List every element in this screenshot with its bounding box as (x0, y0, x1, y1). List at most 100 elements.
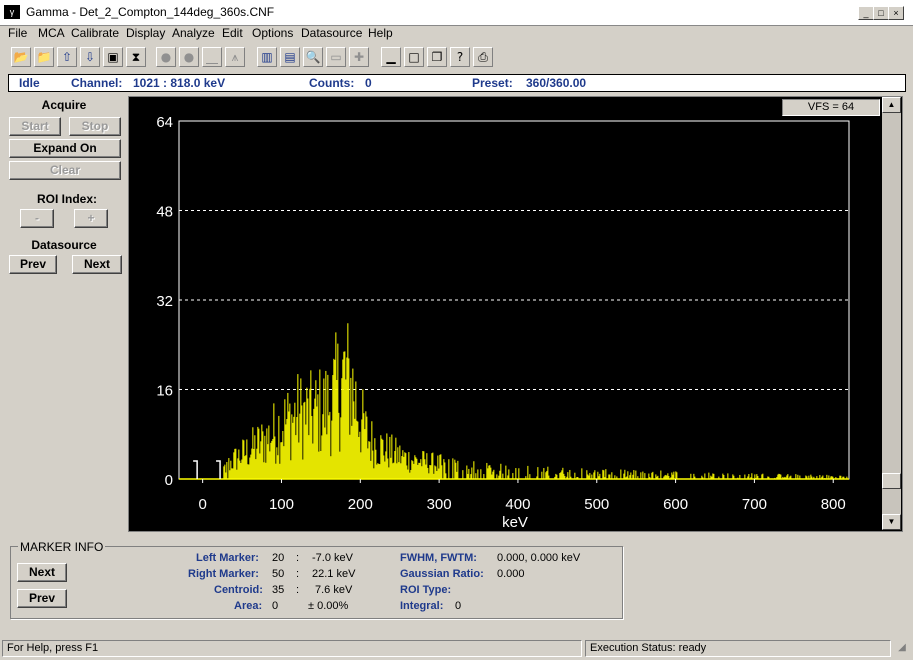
spectrum-bars (223, 323, 848, 479)
datasource-label: Datasource (31, 238, 97, 252)
y-tick-label-32: 32 (156, 293, 173, 310)
menu-mca[interactable]: MCA (38, 26, 65, 40)
clear-button[interactable]: Clear (9, 161, 121, 180)
x-axis-label: keV (502, 514, 528, 531)
menu-file[interactable]: File (8, 26, 27, 40)
open-datasource-icon[interactable]: 📁 (34, 47, 54, 67)
y-tick-label-0: 0 (165, 472, 173, 489)
left-marker-kev: -7.0 keV (312, 552, 353, 564)
window-title: Gamma - Det_2_Compton_144deg_360s.CNF (26, 5, 275, 19)
menu-help[interactable]: Help (368, 26, 393, 40)
centroid-separator: : (296, 584, 300, 596)
y-tick-label-48: 48 (156, 204, 173, 221)
menu-edit[interactable]: Edit (222, 26, 243, 40)
fwhm-label: FWHM, FWTM: (400, 552, 477, 564)
marker-prev-button[interactable]: Prev (17, 589, 67, 608)
stop-button[interactable]: Stop (69, 117, 121, 136)
vertical-scale-scrollbar[interactable]: ▲ ▼ (882, 97, 901, 530)
circle-alt-icon[interactable]: ● (179, 47, 199, 67)
datasource-next-button[interactable]: Next (72, 255, 122, 274)
centroid-channel: 35 (272, 584, 285, 596)
left-marker (193, 460, 198, 479)
spectrum-linear-icon[interactable]: ▥ (257, 47, 277, 67)
arrow-up-icon[interactable]: ⇧ (57, 47, 77, 67)
marker-next-button[interactable]: Next (17, 563, 67, 582)
gaussian-ratio-label: Gaussian Ratio: (400, 568, 484, 580)
maximize-pane-icon[interactable]: □ (404, 47, 424, 67)
gaussian-ratio-value: 0.000 (497, 568, 525, 580)
area-percent: ± 0.00% (308, 600, 349, 612)
baseline-icon[interactable]: ⎽ (202, 47, 222, 67)
circle-icon[interactable]: ● (156, 47, 176, 67)
x-tick-label-200: 200 (348, 496, 373, 513)
right-marker-kev: 22.1 keV (312, 568, 356, 580)
x-tick-label-400: 400 (505, 496, 530, 513)
menu-options[interactable]: Options (252, 26, 293, 40)
menu-analyze[interactable]: Analyze (172, 26, 215, 40)
area-value: 0 (272, 600, 279, 612)
x-tick-label-0: 0 (198, 496, 206, 513)
scroll-thumb[interactable] (882, 473, 901, 489)
compare-icon[interactable]: ▭ (326, 47, 346, 67)
marker-info-title: MARKER INFO (18, 540, 106, 554)
minimize-pane-icon[interactable]: ▁ (381, 47, 401, 67)
plot-area (178, 120, 850, 480)
right-marker-channel: 50 (272, 568, 285, 580)
x-tick-label-600: 600 (663, 496, 688, 513)
counts-label: Counts: (309, 76, 355, 90)
maximize-icon[interactable]: □ (873, 6, 889, 20)
print-icon[interactable]: ⎙ (473, 47, 493, 67)
help-pointer-icon[interactable]: ? (450, 47, 470, 67)
execution-status: Execution Status: ready (585, 640, 891, 657)
left-marker-channel: 20 (272, 552, 285, 564)
help-hint: For Help, press F1 (2, 640, 582, 657)
y-tick-label-16: 16 (156, 383, 173, 400)
cursor-cross-icon[interactable]: ✚ (349, 47, 369, 67)
roi-previous-button[interactable]: - (20, 209, 54, 228)
app-icon[interactable]: γ (4, 5, 20, 19)
integral-label: Integral: (400, 600, 444, 612)
peak-tool-icon[interactable]: ⩚ (225, 47, 245, 67)
right-marker-separator: : (296, 568, 300, 580)
menu-display[interactable]: Display (126, 26, 165, 40)
right-marker-label: Right Marker: (188, 568, 259, 580)
menu-calibrate[interactable]: Calibrate (71, 26, 119, 40)
open-icon[interactable]: 📂 (11, 47, 31, 67)
expand-on-button[interactable]: Expand On (9, 139, 121, 158)
x-tick-label-800: 800 (821, 496, 846, 513)
scroll-up-icon[interactable]: ▲ (882, 97, 901, 113)
channel-label: Channel: (71, 76, 123, 90)
left-marker-separator: : (296, 552, 300, 564)
zoom-icon[interactable]: 🔍 (303, 47, 323, 67)
x-tick-label-500: 500 (584, 496, 609, 513)
roi-type-label: ROI Type: (400, 584, 452, 596)
toolbar: 📂 📁 ⇧ ⇩ ▣ ⧗ ● ● ⎽ ⩚ ▥ ▤ 🔍 ▭ ✚ ▁ □ ❐ ? ⎙ (0, 44, 913, 72)
minimize-icon[interactable]: _ (858, 6, 874, 20)
spectrum-log-icon[interactable]: ▤ (280, 47, 300, 67)
scroll-down-icon[interactable]: ▼ (882, 514, 901, 530)
arrow-down-icon[interactable]: ⇩ (80, 47, 100, 67)
spectrum-chart[interactable]: 0 16 32 48 64 0 100 200 300 400 500 600 700 800 keV (129, 97, 882, 531)
resize-grip-icon[interactable]: ◢ (894, 642, 910, 657)
x-tick-label-100: 100 (269, 496, 294, 513)
roi-next-button[interactable]: + (74, 209, 108, 228)
close-icon[interactable]: × (888, 6, 904, 20)
counts-value: 0 (365, 76, 372, 90)
hourglass-icon[interactable]: ⧗ (126, 47, 146, 67)
x-tick-label-300: 300 (427, 496, 452, 513)
vfs-indicator: VFS = 64 (782, 99, 880, 116)
x-tick-label-700: 700 (742, 496, 767, 513)
menu-datasource[interactable]: Datasource (301, 26, 362, 40)
spectrum-display[interactable]: 0 16 32 48 64 0 100 200 300 400 500 600 700 800 keV (128, 96, 903, 532)
centroid-label: Centroid: (214, 584, 263, 596)
save-icon[interactable]: ▣ (103, 47, 123, 67)
fwhm-value: 0.000, 0.000 keV (497, 552, 581, 564)
status-bar: For Help, press F1 Execution Status: rea… (0, 638, 913, 660)
left-marker-label: Left Marker: (196, 552, 259, 564)
start-button[interactable]: Start (9, 117, 61, 136)
right-marker (216, 460, 221, 479)
acquisition-info-strip: Idle Channel: 1021 : 818.0 keV Counts: 0… (8, 74, 906, 92)
restore-pane-icon[interactable]: ❐ (427, 47, 447, 67)
y-tick-label-64: 64 (156, 114, 173, 131)
datasource-prev-button[interactable]: Prev (9, 255, 57, 274)
